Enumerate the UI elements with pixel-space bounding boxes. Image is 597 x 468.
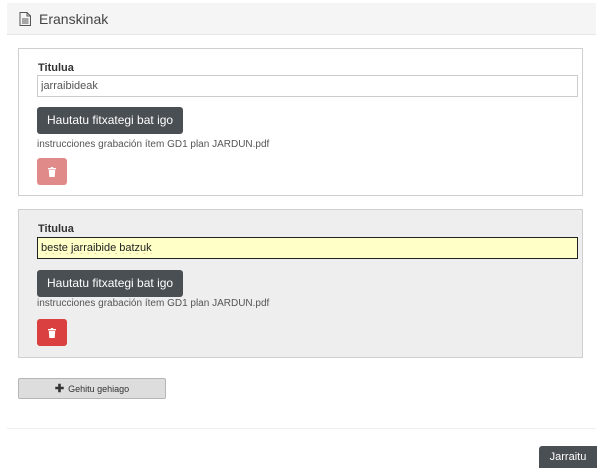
panel-heading: Eranskinak (7, 3, 596, 35)
trash-icon (48, 166, 56, 177)
continue-button[interactable]: Jarraitu (539, 446, 597, 468)
delete-button[interactable] (37, 158, 67, 185)
title-input[interactable] (37, 237, 578, 259)
trash-icon (48, 327, 56, 338)
title-label: Titulua (38, 223, 74, 235)
plus-icon: ✚ (54, 383, 65, 395)
upload-file-button[interactable]: Hautatu fitxategi bat igo (37, 107, 184, 134)
upload-file-button[interactable]: Hautatu fitxategi bat igo (37, 270, 184, 297)
title-input[interactable] (37, 75, 578, 97)
document-icon (19, 11, 31, 26)
add-more-label: Gehitu gehiago (68, 383, 130, 394)
delete-button[interactable] (37, 319, 67, 346)
attachment-item: Titulua Hautatu fitxategi bat igo instru… (18, 209, 583, 358)
title-label: Titulua (38, 62, 74, 74)
attachment-item: Titulua Hautatu fitxategi bat igo instru… (18, 48, 583, 196)
file-name: instrucciones grabación ítem GD1 plan JA… (37, 139, 270, 150)
file-name: instrucciones grabación ítem GD1 plan JA… (37, 298, 270, 309)
panel-title: Eranskinak (39, 10, 109, 27)
add-more-button[interactable]: ✚ Gehitu gehiago (18, 378, 166, 399)
